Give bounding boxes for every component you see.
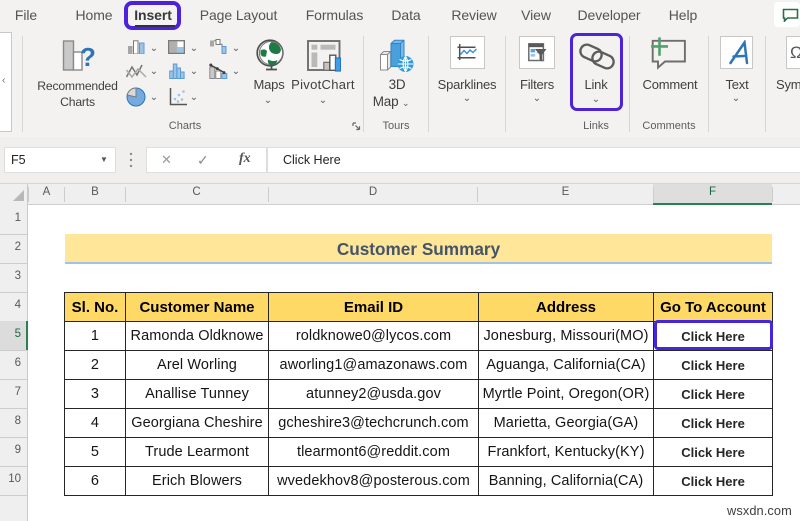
svg-text:?: ? bbox=[80, 42, 96, 72]
